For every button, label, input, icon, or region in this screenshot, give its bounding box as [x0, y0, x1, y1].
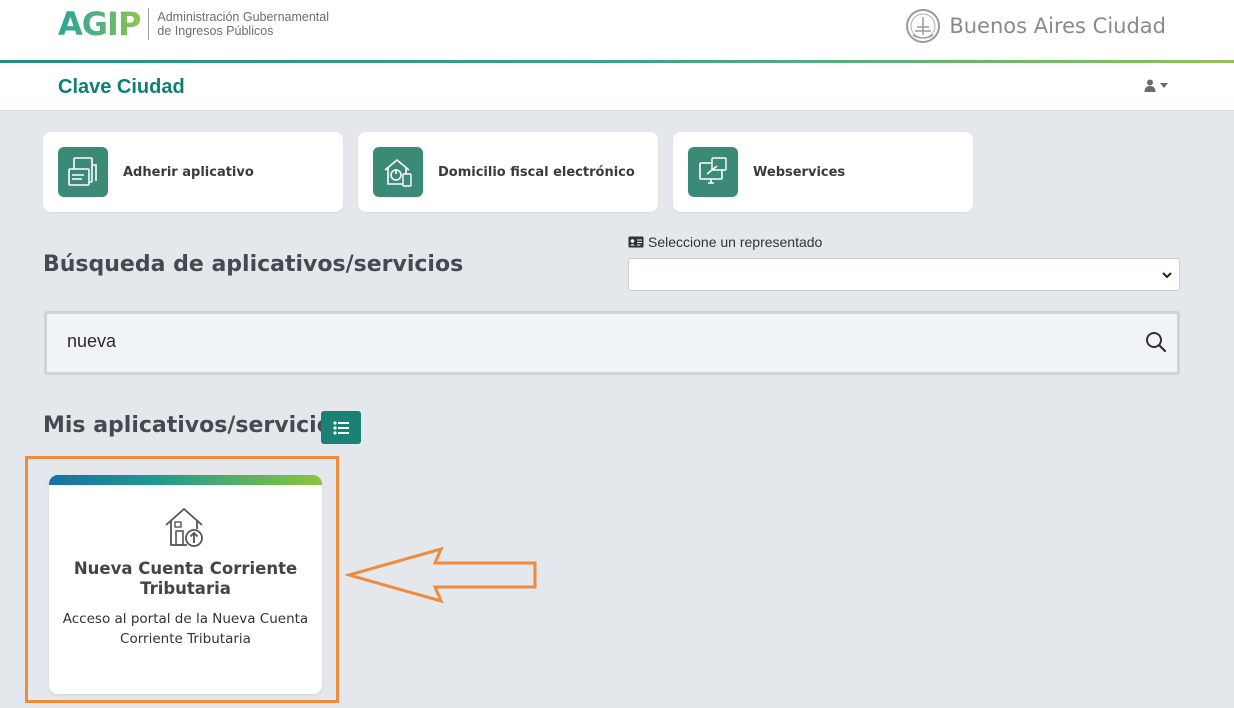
my-apps-title: Mis aplicativos/servicios: [43, 413, 345, 438]
app-card-gradient-strip: [49, 475, 322, 485]
city-seal-icon: [906, 9, 941, 43]
user-menu[interactable]: [1144, 79, 1168, 92]
caret-down-icon: [1160, 83, 1168, 88]
quick-card-domicilio-fiscal[interactable]: Domicilio fiscal electrónico: [358, 132, 658, 212]
agip-desc-line2: de Ingresos Públicos: [157, 24, 274, 38]
quick-card-label: Domicilio fiscal electrónico: [438, 164, 635, 180]
search-input-value: nueva: [67, 331, 117, 351]
quick-card-adherir-aplicativo[interactable]: Adherir aplicativo: [43, 132, 343, 212]
page-title: Clave Ciudad: [58, 76, 185, 98]
logo-divider: [148, 8, 150, 40]
quick-card-label: Adherir aplicativo: [123, 164, 254, 180]
search-section-title: Búsqueda de aplicativos/servicios: [43, 252, 464, 277]
representado-label: Seleccione un representado: [628, 234, 822, 250]
top-header: AGIP Administración Gubernamental de Ing…: [0, 0, 1234, 60]
id-card-icon: [628, 236, 644, 248]
user-icon: [1144, 79, 1156, 92]
agip-logo-text: AGIP: [58, 5, 141, 43]
app-card-title: Nueva Cuenta Corriente Tributaria: [73, 559, 298, 598]
agip-description: Administración Gubernamental de Ingresos…: [157, 10, 329, 38]
search-input[interactable]: nueva: [44, 311, 1180, 375]
chevron-down-icon: [1162, 272, 1172, 279]
list-icon: [333, 420, 349, 435]
buenos-aires-logo[interactable]: Buenos Aires Ciudad: [905, 5, 1166, 47]
app-card-nueva-cuenta-corriente[interactable]: Nueva Cuenta Corriente Tributaria Acceso…: [49, 475, 322, 694]
representado-label-text: Seleccione un representado: [648, 234, 823, 250]
sub-header: Clave Ciudad: [0, 63, 1234, 111]
agip-desc-line1: Administración Gubernamental: [157, 10, 330, 24]
city-name: Buenos Aires Ciudad: [949, 14, 1166, 38]
search-icon[interactable]: [1145, 331, 1167, 353]
quick-card-label: Webservices: [753, 164, 846, 180]
quick-card-webservices[interactable]: Webservices: [673, 132, 973, 212]
app-card-description: Acceso al portal de la Nueva Cuenta Corr…: [62, 611, 309, 647]
list-view-button[interactable]: [321, 411, 361, 444]
document-folder-icon: [58, 147, 108, 197]
agip-logo[interactable]: AGIP Administración Gubernamental de Ing…: [58, 8, 329, 40]
house-power-icon: [373, 147, 423, 197]
arrow-left-icon: [345, 547, 537, 603]
representado-select[interactable]: [628, 258, 1180, 291]
house-upload-icon: [165, 508, 203, 547]
monitor-link-icon: [688, 147, 738, 197]
